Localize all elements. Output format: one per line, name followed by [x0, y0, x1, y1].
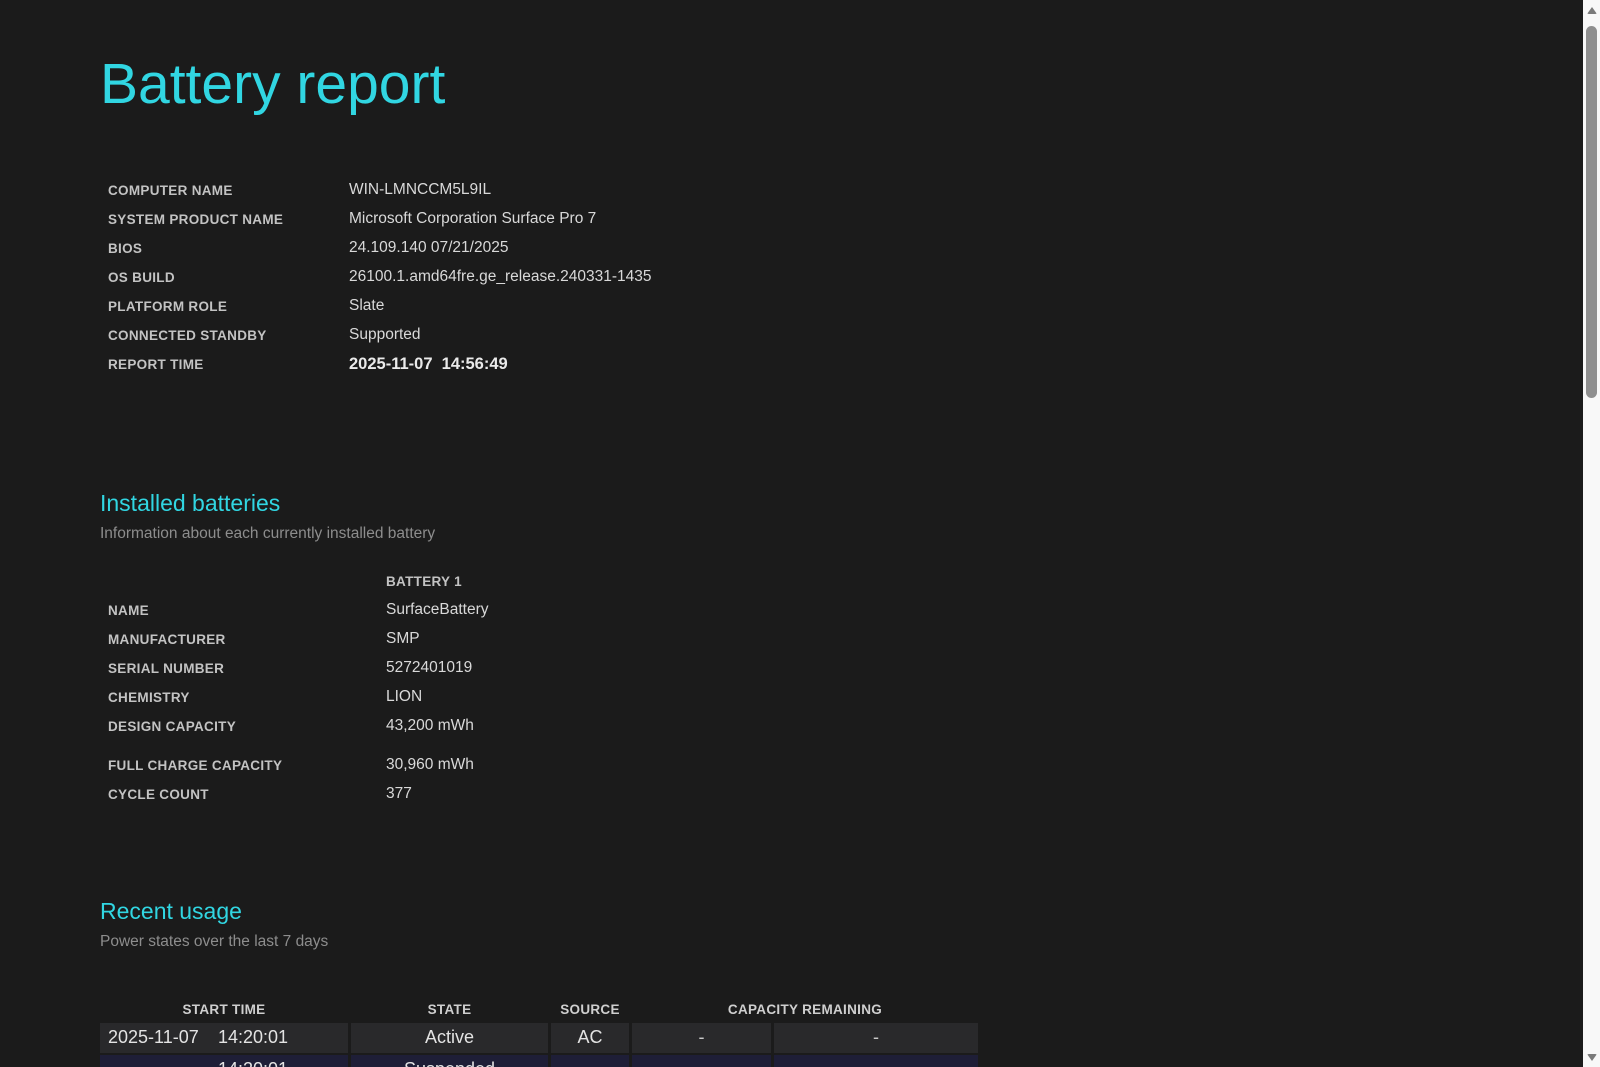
battery-column-header: BATTERY 1	[386, 567, 1600, 596]
report-time-value: 2025-11-07 14:56:49	[349, 350, 1600, 379]
info-label: REPORT TIME	[100, 350, 349, 379]
battery-value: LION	[386, 683, 1600, 712]
info-label: SYSTEM PRODUCT NAME	[100, 205, 349, 234]
section-heading-installed-batteries: Installed batteries	[100, 489, 1600, 519]
battery-label: SERIAL NUMBER	[100, 654, 386, 683]
usage-time: 14:20:01	[218, 1059, 288, 1067]
usage-cell-start-time: 14:20:01	[100, 1055, 348, 1067]
section-heading-recent-usage: Recent usage	[100, 897, 1600, 927]
usage-cell-state: Suspended	[351, 1055, 548, 1067]
battery-details-table: BATTERY 1 NAME SurfaceBattery MANUFACTUR…	[100, 567, 1600, 809]
usage-cell-start-time: 2025-11-07 14:20:01	[100, 1023, 348, 1053]
usage-time: 14:20:01	[218, 1027, 288, 1048]
battery-value: 43,200 mWh	[386, 712, 1600, 741]
system-info-table: COMPUTER NAME WIN-LMNCCM5L9IL SYSTEM PRO…	[100, 176, 1600, 379]
usage-cell-capacity-mwh: -	[774, 1055, 978, 1067]
recent-usage-section: Recent usage Power states over the last …	[100, 897, 1600, 1067]
column-header-capacity-remaining: CAPACITY REMAINING	[632, 991, 978, 1021]
info-value: Microsoft Corporation Surface Pro 7	[349, 205, 1600, 234]
info-label: COMPUTER NAME	[100, 176, 349, 205]
installed-batteries-section: Installed batteries Information about ea…	[100, 489, 1600, 809]
battery-label: FULL CHARGE CAPACITY	[100, 751, 386, 780]
battery-label: CHEMISTRY	[100, 683, 386, 712]
battery-value: 377	[386, 780, 1600, 809]
usage-cell-capacity-percent: -	[632, 1023, 771, 1053]
usage-cell-capacity-mwh: -	[774, 1023, 978, 1053]
usage-cell-state: Active	[351, 1023, 548, 1053]
battery-label: CYCLE COUNT	[100, 780, 386, 809]
scrollbar-thumb[interactable]	[1586, 26, 1597, 398]
battery-label: MANUFACTURER	[100, 625, 386, 654]
column-header-state: STATE	[351, 991, 548, 1021]
page-title: Battery report	[100, 52, 1600, 118]
scroll-up-arrow-icon[interactable]	[1583, 2, 1600, 18]
info-label: OS BUILD	[100, 263, 349, 292]
info-label: PLATFORM ROLE	[100, 292, 349, 321]
battery-value: 5272401019	[386, 654, 1600, 683]
battery-report-page: Battery report COMPUTER NAME WIN-LMNCCM5…	[0, 52, 1600, 1067]
info-value: Slate	[349, 292, 1600, 321]
usage-cell-capacity-percent: -	[632, 1055, 771, 1067]
usage-cell-source: AC	[551, 1023, 629, 1053]
battery-value: 30,960 mWh	[386, 751, 1600, 780]
battery-label: NAME	[100, 596, 386, 625]
scroll-down-arrow-icon[interactable]	[1583, 1049, 1600, 1065]
vertical-scrollbar[interactable]	[1583, 0, 1600, 1067]
battery-value: SurfaceBattery	[386, 596, 1600, 625]
section-subtitle: Power states over the last 7 days	[100, 932, 1600, 952]
info-value: 26100.1.amd64fre.ge_release.240331-1435	[349, 263, 1600, 292]
info-value: Supported	[349, 321, 1600, 350]
recent-usage-table: START TIME STATE SOURCE CAPACITY REMAINI…	[100, 991, 978, 1067]
info-value: WIN-LMNCCM5L9IL	[349, 176, 1600, 205]
info-value: 24.109.140 07/21/2025	[349, 234, 1600, 263]
battery-label: DESIGN CAPACITY	[100, 712, 386, 741]
info-label: CONNECTED STANDBY	[100, 321, 349, 350]
usage-cell-source	[551, 1055, 629, 1067]
column-header-start-time: START TIME	[100, 991, 348, 1021]
section-subtitle: Information about each currently install…	[100, 524, 1600, 544]
battery-value: SMP	[386, 625, 1600, 654]
column-header-source: SOURCE	[551, 991, 629, 1021]
info-label: BIOS	[100, 234, 349, 263]
usage-date: 2025-11-07	[108, 1027, 218, 1048]
